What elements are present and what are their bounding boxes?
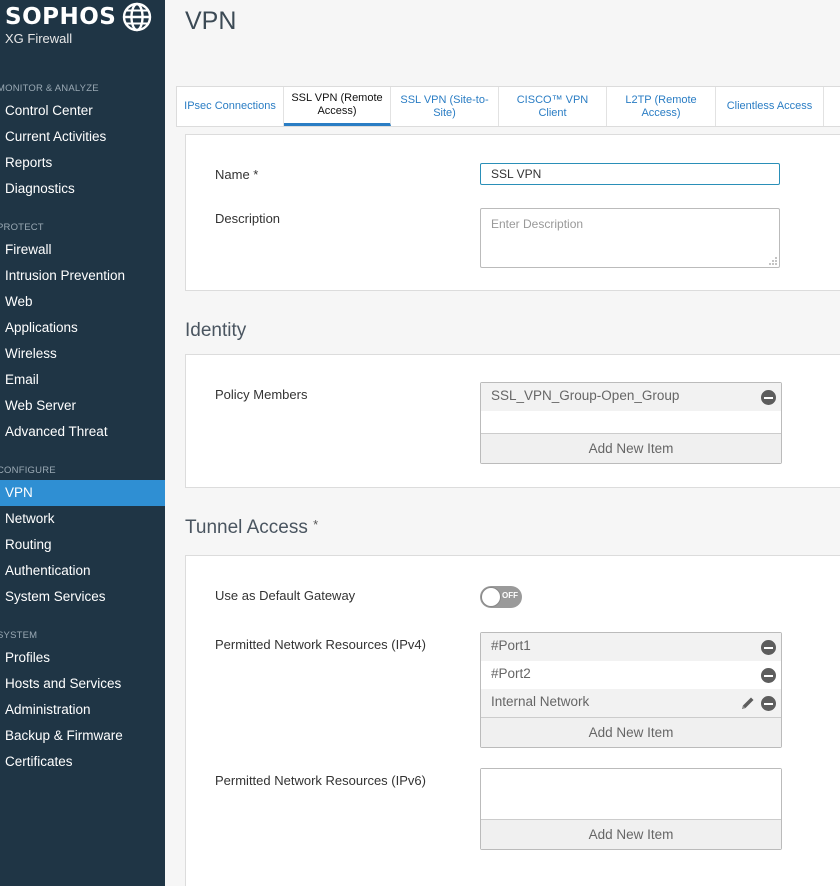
nav-item-authentication[interactable]: Authentication	[0, 558, 165, 584]
tunnel-access-panel: Use as Default Gateway OFF Permitted Net…	[185, 555, 840, 886]
tab-cisco-vpn-client[interactable]: CISCO™ VPN Client	[499, 87, 607, 126]
ipv6-resources-list: Add New Item	[480, 768, 782, 850]
main-content: VPN IPsec Connections SSL VPN (Remote Ac…	[165, 0, 840, 886]
sophos-logo: SOPHOS	[5, 2, 152, 32]
toggle-state-text: OFF	[502, 591, 518, 600]
nav-item-network[interactable]: Network	[0, 506, 165, 532]
sidebar: SOPHOS XG Firewall MONITOR & ANALYZE Con…	[0, 0, 165, 886]
list-item: Internal Network	[481, 689, 781, 717]
ipv6-resources-label: Permitted Network Resources (IPv6)	[215, 773, 426, 788]
nav-item-web-server[interactable]: Web Server	[0, 393, 165, 419]
edit-pencil-icon[interactable]	[740, 695, 756, 711]
product-name: XG Firewall	[5, 31, 73, 46]
name-input[interactable]	[480, 163, 780, 185]
nav-item-email[interactable]: Email	[0, 367, 165, 393]
ipv4-resources-label: Permitted Network Resources (IPv4)	[215, 637, 426, 652]
ipv4-resource-name: #Port2	[491, 666, 531, 681]
default-gateway-toggle[interactable]: OFF	[480, 586, 522, 608]
description-textarea[interactable]: Enter Description	[480, 208, 780, 268]
tab-l2tp-remote-access[interactable]: L2TP (Remote Access)	[607, 87, 716, 126]
nav-section-system: SYSTEM	[0, 630, 38, 641]
ipv4-resources-list: #Port1 #Port2 Internal Network Add New I…	[480, 632, 782, 748]
nav-item-firewall[interactable]: Firewall	[0, 237, 165, 263]
nav-section-monitor: MONITOR & ANALYZE	[0, 83, 99, 94]
nav-item-current-activities[interactable]: Current Activities	[0, 124, 165, 150]
nav-item-reports[interactable]: Reports	[0, 150, 165, 176]
add-new-item-button[interactable]: Add New Item	[481, 433, 781, 463]
remove-icon[interactable]	[761, 668, 776, 683]
nav-item-routing[interactable]: Routing	[0, 532, 165, 558]
list-empty-row	[481, 411, 781, 433]
add-new-item-button[interactable]: Add New Item	[481, 819, 781, 849]
remove-icon[interactable]	[761, 390, 776, 405]
name-label: Name *	[215, 167, 259, 182]
general-panel: Name * Description Enter Description	[185, 134, 840, 291]
policy-member-name: SSL_VPN_Group-Open_Group	[491, 388, 680, 403]
ipv4-resource-name: #Port1	[491, 638, 531, 653]
toggle-knob	[481, 587, 501, 607]
tab-ssl-vpn-remote-access[interactable]: SSL VPN (Remote Access)	[284, 87, 391, 126]
nav-item-backup-firmware[interactable]: Backup & Firmware	[0, 723, 165, 749]
nav-item-vpn[interactable]: VPN	[0, 480, 165, 506]
add-new-item-button[interactable]: Add New Item	[481, 717, 781, 747]
tab-ssl-vpn-site-to-site[interactable]: SSL VPN (Site-to-Site)	[391, 87, 499, 126]
vpn-tabs: IPsec Connections SSL VPN (Remote Access…	[176, 86, 840, 127]
default-gateway-label: Use as Default Gateway	[215, 588, 356, 603]
policy-members-label: Policy Members	[215, 387, 308, 402]
tunnel-access-heading: Tunnel Access *	[185, 517, 318, 539]
globe-icon	[123, 2, 152, 32]
remove-icon[interactable]	[761, 696, 776, 711]
resize-grip-icon[interactable]	[767, 255, 777, 265]
tunnel-access-title: Tunnel Access	[185, 517, 308, 538]
remove-icon[interactable]	[761, 640, 776, 655]
tab-ipsec-connections[interactable]: IPsec Connections	[177, 87, 284, 126]
required-mark: *	[313, 517, 319, 532]
list-item: #Port2	[481, 661, 781, 689]
nav-item-profiles[interactable]: Profiles	[0, 645, 165, 671]
description-label: Description	[215, 211, 281, 226]
policy-members-list: SSL_VPN_Group-Open_Group Add New Item	[480, 382, 782, 464]
nav-item-administration[interactable]: Administration	[0, 697, 165, 723]
tab-clientless-access[interactable]: Clientless Access	[716, 87, 824, 126]
nav-item-certificates[interactable]: Certificates	[0, 749, 165, 775]
nav-item-system-services[interactable]: System Services	[0, 584, 165, 610]
list-item: SSL_VPN_Group-Open_Group	[481, 383, 781, 411]
list-item: #Port1	[481, 633, 781, 661]
nav-item-control-center[interactable]: Control Center	[0, 98, 165, 124]
description-placeholder: Enter Description	[491, 217, 584, 231]
nav-section-configure: CONFIGURE	[0, 465, 56, 476]
nav-item-diagnostics[interactable]: Diagnostics	[0, 176, 165, 202]
nav-item-applications[interactable]: Applications	[0, 315, 165, 341]
nav-item-hosts-and-services[interactable]: Hosts and Services	[0, 671, 165, 697]
identity-heading: Identity	[185, 320, 247, 341]
ipv4-resource-name: Internal Network	[491, 694, 590, 709]
list-empty-row	[481, 769, 781, 819]
identity-panel: Policy Members SSL_VPN_Group-Open_Group …	[185, 354, 840, 488]
nav-item-advanced-threat[interactable]: Advanced Threat	[0, 419, 165, 445]
nav-item-web[interactable]: Web	[0, 289, 165, 315]
nav-item-wireless[interactable]: Wireless	[0, 341, 165, 367]
page-title: VPN	[185, 7, 237, 35]
nav-item-intrusion-prevention[interactable]: Intrusion Prevention	[0, 263, 165, 289]
nav-section-protect: PROTECT	[0, 222, 44, 233]
brand-name: SOPHOS	[5, 4, 117, 30]
